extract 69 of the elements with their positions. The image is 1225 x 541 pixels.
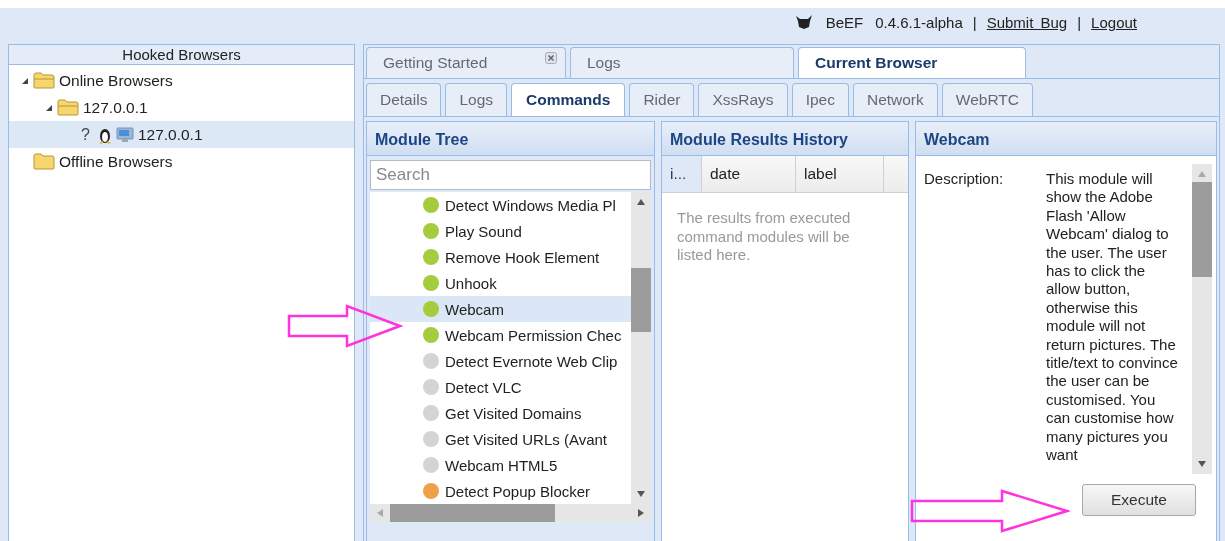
close-icon[interactable] (545, 52, 557, 64)
module-item[interactable]: Webcam (370, 296, 631, 322)
module-item[interactable]: Get Visited URLs (Avant (370, 426, 631, 452)
tab[interactable]: WebRTC (941, 83, 1033, 116)
description-text: This module will show the Adobe Flash 'Allow Webcam' dialog to the user. The user has to click the allow button, otherwise this module will not return pictures. The title/text to convince the user can be customised. You can customise how many pictures you want (1046, 169, 1179, 466)
panel-title: Module Tree (367, 122, 654, 156)
tree-item[interactable]: Online Browsers (9, 67, 354, 94)
column-header[interactable]: label (796, 156, 884, 192)
scroll-right-icon[interactable] (637, 509, 645, 517)
module-item[interactable]: Webcam Permission Chec (370, 322, 631, 348)
module-item[interactable]: Detect Evernote Web Clip (370, 348, 631, 374)
tab[interactable]: XssRays (698, 83, 788, 116)
tree-item[interactable]: ? 127.0.0.1 (9, 121, 354, 148)
column-header[interactable]: date (702, 156, 796, 192)
tab[interactable]: Getting Started (366, 47, 566, 78)
folder-icon (33, 72, 55, 89)
vertical-scrollbar[interactable] (1192, 164, 1212, 474)
monitor-icon (115, 126, 134, 143)
module-item[interactable]: Detect Popup Blocker (370, 478, 631, 504)
vertical-scrollbar[interactable] (631, 192, 651, 504)
search-field[interactable]: Search (370, 160, 651, 190)
tree-label: Online Browsers (59, 71, 173, 90)
tab[interactable]: Logs (570, 47, 794, 78)
tab[interactable]: Details (366, 83, 442, 116)
tab[interactable]: Commands (511, 83, 626, 116)
tree-label: 127.0.0.1 (83, 98, 148, 117)
scroll-left-icon[interactable] (376, 509, 384, 517)
tree-item[interactable]: 127.0.0.1 (9, 94, 354, 121)
unknown-browser-icon: ? (81, 125, 90, 144)
module-item[interactable]: Detect Windows Media Pl (370, 192, 631, 218)
header-link[interactable]: Logout (1091, 13, 1137, 31)
scrollbar-thumb[interactable] (390, 504, 555, 522)
tab[interactable]: Current Browser (798, 47, 1026, 78)
execute-button[interactable]: Execute (1082, 484, 1196, 516)
scroll-up-icon[interactable] (637, 198, 645, 206)
panel-title: Hooked Browsers (9, 45, 354, 65)
scroll-down-icon[interactable] (637, 490, 645, 498)
header-link[interactable]: Submit Bug (986, 13, 1068, 31)
scrollbar-thumb[interactable] (1192, 182, 1212, 277)
folder-icon (57, 99, 79, 116)
expand-triangle-icon[interactable] (45, 103, 53, 112)
panel-title: Module Results History (662, 122, 908, 156)
scrollbar-thumb[interactable] (631, 268, 651, 332)
separator: | (972, 13, 977, 31)
tab[interactable]: Rider (629, 83, 695, 116)
expand-triangle-icon[interactable] (21, 76, 29, 85)
app-name: BeEF (825, 13, 864, 31)
module-item[interactable]: Webcam HTML5 (370, 452, 631, 478)
column-header[interactable]: i... (662, 156, 702, 192)
scroll-down-icon[interactable] (1198, 460, 1206, 468)
module-item[interactable]: Detect VLC (370, 374, 631, 400)
folder-icon (33, 153, 55, 170)
version-text: 0.4.6.1-alpha (875, 13, 963, 31)
tab[interactable]: Network (852, 83, 938, 116)
horizontal-scrollbar[interactable] (370, 504, 651, 522)
tree-label: 127.0.0.1 (137, 125, 203, 144)
module-item[interactable]: Unhook (370, 270, 631, 296)
tree-label: Offline Browsers (59, 152, 173, 171)
bull-logo-icon (793, 14, 814, 30)
panel-title: Webcam (916, 122, 1216, 156)
separator: | (1077, 13, 1082, 31)
module-item[interactable]: Play Sound (370, 218, 631, 244)
module-item[interactable]: Remove Hook Element (370, 244, 631, 270)
tree-item[interactable]: Offline Browsers (9, 148, 354, 175)
empty-message: The results from executed command modules will be listed here. (676, 208, 852, 265)
module-item[interactable]: Get Visited Domains (370, 400, 631, 426)
tab[interactable]: Ipec (791, 83, 849, 116)
field-label: Description: (924, 169, 1005, 189)
tab[interactable]: Logs (445, 83, 507, 116)
